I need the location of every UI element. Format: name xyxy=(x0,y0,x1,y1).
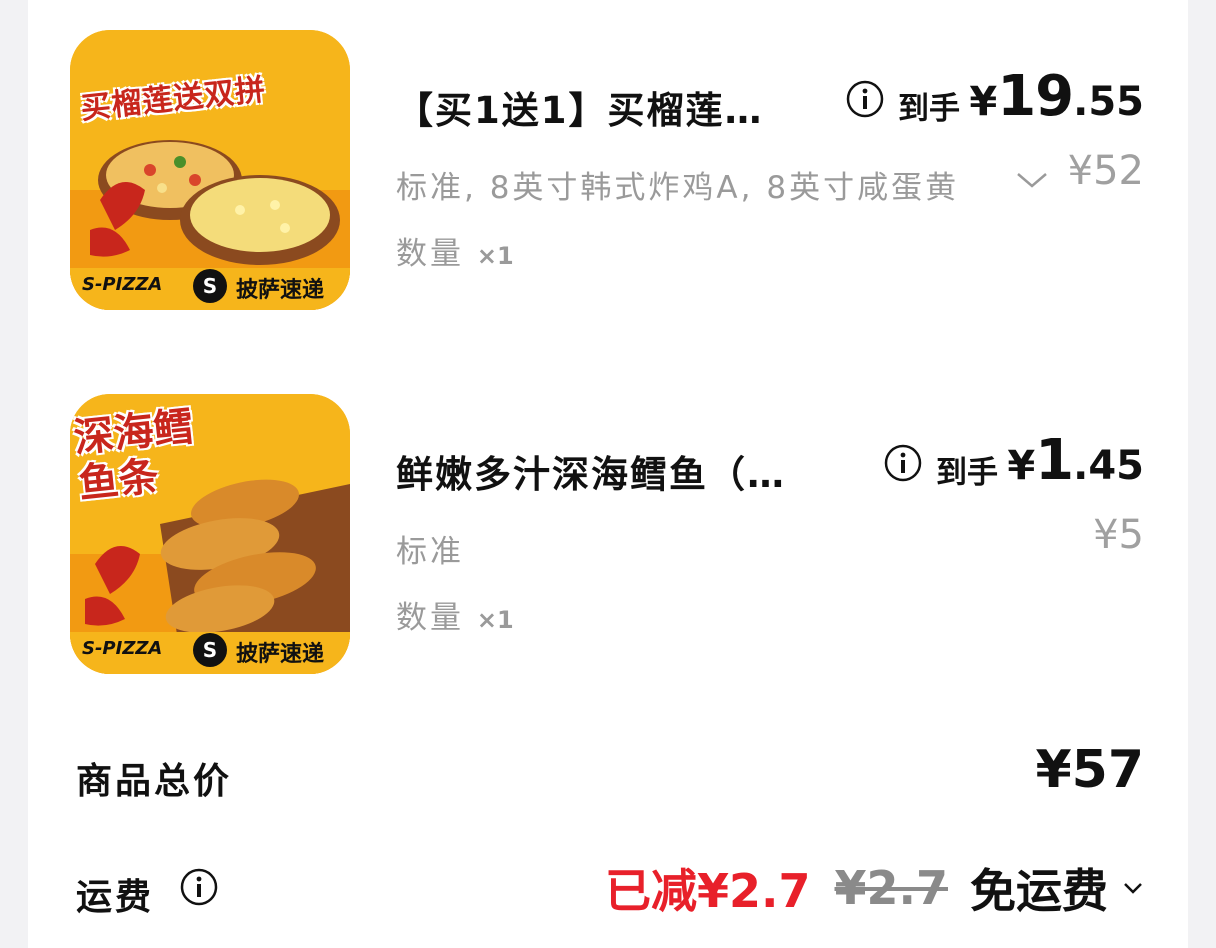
product-name[interactable]: 鲜嫩多汁深海鳕鱼（… xyxy=(396,444,854,498)
daoshou-label: 到手 xyxy=(936,455,998,491)
image-brand-cn: 披萨速递 xyxy=(236,642,325,667)
order-items-card: S 买榴莲送双拼 S-PIZZA 披萨速递 【买1送1】买榴莲… 到手 ¥19.… xyxy=(28,0,1188,948)
product-name[interactable]: 【买1送1】买榴莲… xyxy=(396,80,846,134)
product-spec: 标准 xyxy=(396,534,464,570)
total-label: 商品总价 xyxy=(76,761,233,802)
shipping-original: ¥2.7 xyxy=(834,861,949,915)
product-image-durian-pizza[interactable]: S 买榴莲送双拼 S-PIZZA 披萨速递 xyxy=(70,30,350,310)
final-price: ¥1.45 xyxy=(1007,428,1144,493)
info-icon[interactable] xyxy=(846,80,884,118)
svg-text:S: S xyxy=(203,638,217,662)
image-brand: S-PIZZA xyxy=(82,274,163,295)
product-spec[interactable]: 标准, 8英寸韩式炸鸡A, 8英寸咸蛋黄 xyxy=(396,162,1004,207)
original-price: ¥52 xyxy=(1067,148,1144,194)
shipping-discount: 已减¥2.7 xyxy=(605,864,811,918)
daoshou-label: 到手 xyxy=(898,91,960,127)
info-icon[interactable] xyxy=(884,444,922,482)
shipping-label: 运费 xyxy=(76,877,155,918)
quantity: 数量 ×1 xyxy=(396,236,514,272)
final-price: ¥19.55 xyxy=(969,64,1144,129)
image-title: 深海鳕鱼条 xyxy=(71,403,196,508)
chevron-down-icon[interactable] xyxy=(1122,880,1144,896)
quantity: 数量 ×1 xyxy=(396,600,514,636)
chevron-down-icon[interactable] xyxy=(1014,168,1050,192)
shipping-final: 免运费 xyxy=(970,864,1108,918)
svg-text:S: S xyxy=(203,274,217,298)
image-brand-cn: 披萨速递 xyxy=(236,278,325,303)
shipping-detail[interactable]: 已减¥2.7 ¥2.7 免运费 xyxy=(605,855,1144,921)
info-icon[interactable] xyxy=(180,868,218,906)
original-price: ¥5 xyxy=(1093,512,1144,558)
product-image-cod-fish[interactable]: S 深海鳕鱼条 S-PIZZA 披萨速递 xyxy=(70,394,350,674)
image-brand: S-PIZZA xyxy=(82,638,163,659)
total-value: ¥57 xyxy=(1035,740,1144,800)
